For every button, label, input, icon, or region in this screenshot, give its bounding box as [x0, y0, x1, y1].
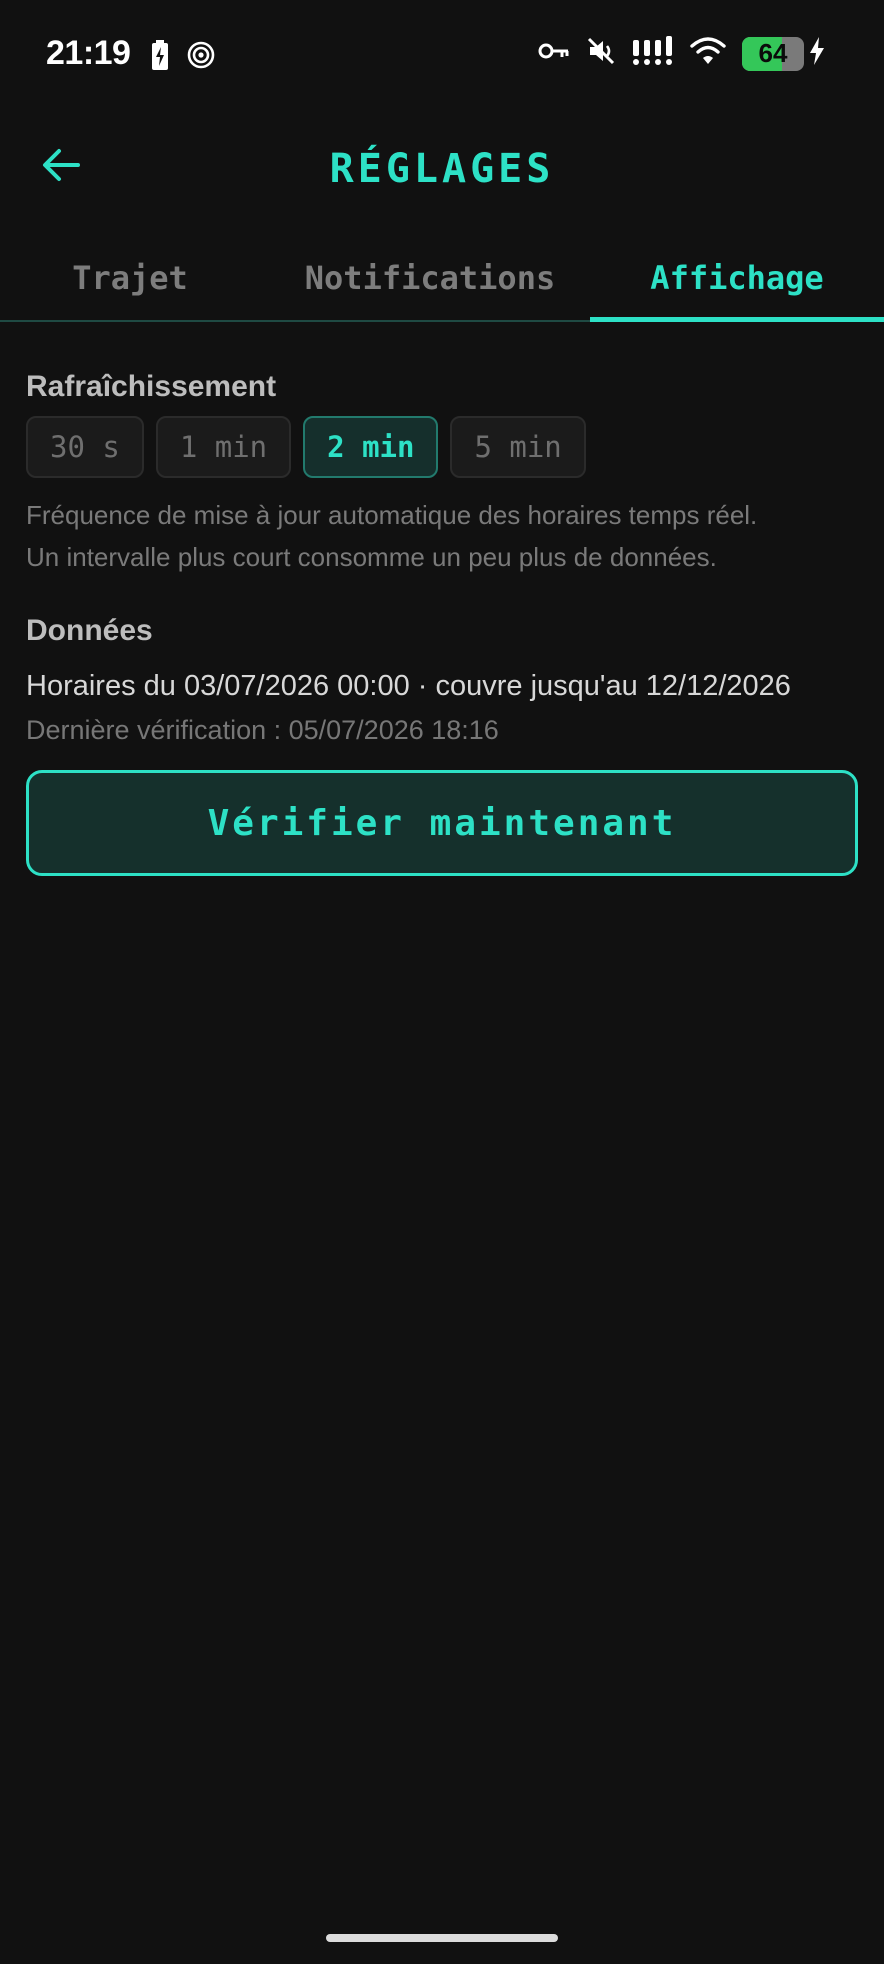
hotspot-icon	[186, 40, 216, 75]
wifi-icon	[690, 36, 726, 71]
vpn-key-icon	[538, 41, 570, 66]
home-indicator[interactable]	[326, 1934, 558, 1942]
refresh-option-2min[interactable]: 2 min	[303, 416, 439, 478]
tab-notifications[interactable]: Notifications	[280, 236, 580, 320]
refresh-option-1min[interactable]: 1 min	[155, 416, 292, 478]
tab-bar: Trajet Notifications Affichage	[0, 236, 884, 322]
tab-trajet[interactable]: Trajet	[40, 236, 220, 320]
signal-icon	[632, 36, 674, 71]
mute-icon	[586, 36, 616, 71]
status-bar: 21:19 64	[0, 0, 884, 116]
tab-affichage[interactable]: Affichage	[590, 236, 884, 320]
battery-icon: 64	[742, 36, 804, 71]
refresh-option-30s[interactable]: 30 s	[26, 416, 144, 478]
page-title: RÉGLAGES	[329, 146, 555, 192]
refresh-help-line-1: Fréquence de mise à jour automatique des…	[26, 500, 758, 530]
battery-charging-icon	[152, 40, 168, 75]
data-section-title: Données	[26, 614, 153, 647]
data-section: Données Horaires du 03/07/2026 00:00 · c…	[26, 614, 858, 876]
status-right-icons: 64	[538, 36, 826, 71]
charging-bolt-icon	[808, 37, 826, 70]
verify-now-button[interactable]: Vérifier maintenant	[26, 770, 858, 876]
last-check-info: Dernière vérification : 05/07/2026 18:16	[26, 715, 499, 745]
refresh-interval-options: 30 s 1 min 2 min 5 min	[26, 416, 858, 478]
refresh-section-title: Rafraîchissement	[26, 370, 277, 403]
app-header: RÉGLAGES	[0, 116, 884, 226]
refresh-help-line-2: Un intervalle plus court consomme un peu…	[26, 542, 717, 572]
battery-level: 64	[758, 38, 788, 68]
refresh-help-text: Fréquence de mise à jour automatique des…	[26, 494, 858, 578]
active-tab-indicator	[590, 317, 884, 322]
schedule-info: Horaires du 03/07/2026 00:00 · couvre ju…	[26, 670, 791, 702]
refresh-option-5min[interactable]: 5 min	[450, 416, 586, 478]
status-time: 21:19	[46, 34, 131, 72]
status-left-icons	[152, 40, 216, 75]
settings-content: Rafraîchissement 30 s 1 min 2 min 5 min …	[26, 370, 858, 876]
